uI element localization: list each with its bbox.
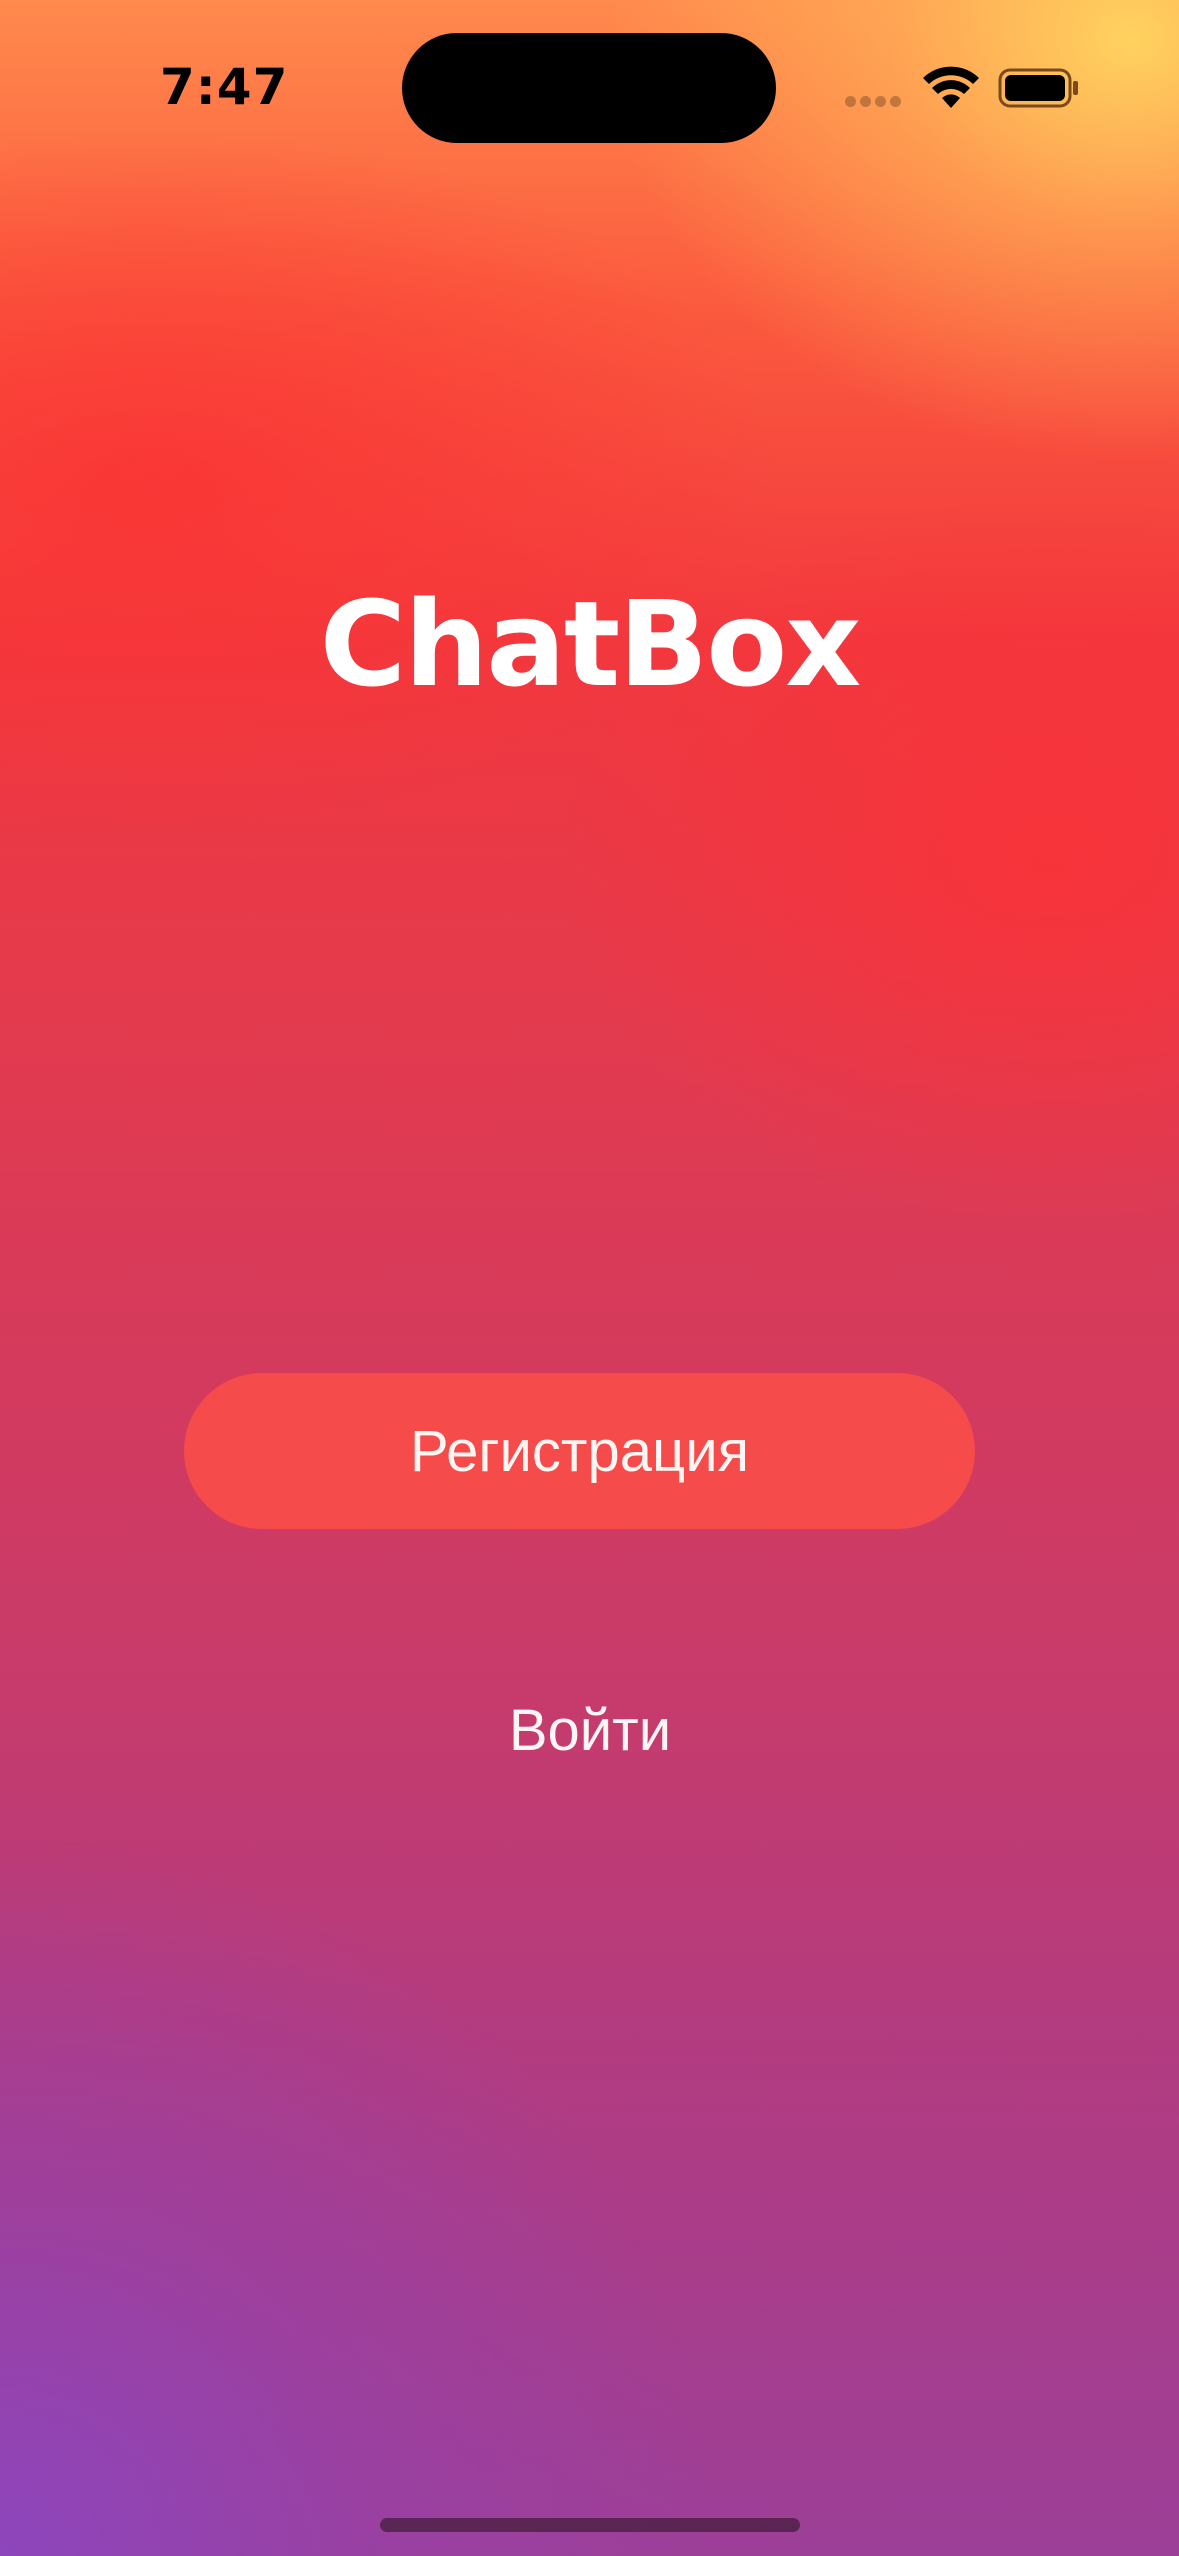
wifi-icon (923, 66, 979, 108)
dynamic-island (402, 33, 776, 143)
signal-dots-icon (845, 94, 905, 107)
app-title: ChatBox (319, 575, 862, 713)
status-bar: 7:47 (0, 0, 1179, 160)
welcome-screen: 7:47 ChatBox Регистрация Войти (0, 0, 1179, 2556)
login-button-label: Войти (508, 1697, 672, 1763)
battery-icon (998, 68, 1078, 108)
home-indicator[interactable] (380, 2518, 800, 2532)
register-button-label: Регистрация (409, 1418, 750, 1484)
status-time: 7:47 (160, 58, 289, 116)
login-button[interactable]: Войти (390, 1680, 790, 1780)
register-button[interactable]: Регистрация (184, 1373, 975, 1529)
